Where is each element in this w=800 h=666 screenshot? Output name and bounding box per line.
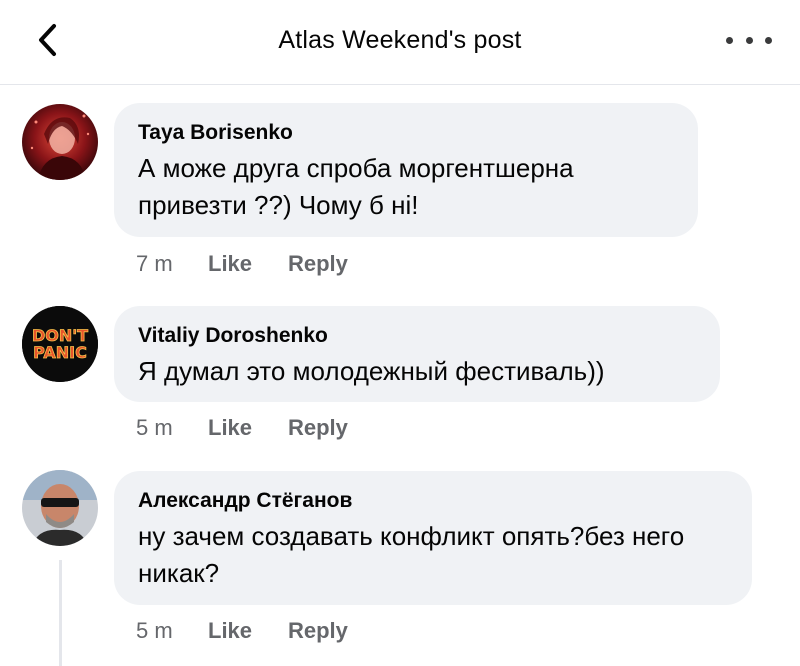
comment-time: 5 m [136,415,173,440]
person-photo-icon [22,470,98,546]
dot [765,36,772,44]
reply-button[interactable]: Reply [288,415,348,441]
dot [726,36,733,44]
comment-author[interactable]: Александр Стёганов [138,488,728,514]
reply-button[interactable]: Reply [288,618,348,644]
person-photo-icon [22,104,98,180]
comment-time: 7 m [136,251,173,276]
dont-panic-logo-icon: DON'T PANIC [22,306,98,382]
post-header: Atlas Weekend's post [0,0,800,85]
avatar[interactable] [22,104,98,180]
thread-line [59,560,62,666]
avatar[interactable]: DON'T PANIC [22,306,98,382]
like-button[interactable]: Like [208,618,288,644]
comment-author[interactable]: Taya Borisenko [138,120,674,146]
comment-bubble[interactable]: Vitaliy Doroshenko Я думал это молодежны… [114,306,720,402]
like-button[interactable]: Like [208,415,288,441]
comment-actions: 5 m Like Reply [136,618,348,644]
comment-bubble[interactable]: Taya Borisenko А може друга спроба морге… [114,103,698,237]
comment-actions: 7 m Like Reply [136,251,348,277]
comment-time: 5 m [136,618,173,643]
comment-actions: 5 m Like Reply [136,415,348,441]
comment-text: ну зачем создавать конфликт опять?без не… [138,521,685,588]
svg-text:PANIC: PANIC [33,343,87,362]
like-button[interactable]: Like [208,251,288,277]
comment-bubble[interactable]: Александр Стёганов ну зачем создавать ко… [114,471,752,605]
comment-author[interactable]: Vitaliy Doroshenko [138,323,696,349]
avatar[interactable] [22,470,98,546]
comment-text: Я думал это молодежный фестиваль)) [138,356,605,386]
more-options-button[interactable] [726,26,772,54]
page-title: Atlas Weekend's post [278,26,522,54]
dot [745,36,753,44]
comment-text: А може друга спроба моргентшерна привезт… [138,153,574,220]
reply-button[interactable]: Reply [288,251,348,277]
